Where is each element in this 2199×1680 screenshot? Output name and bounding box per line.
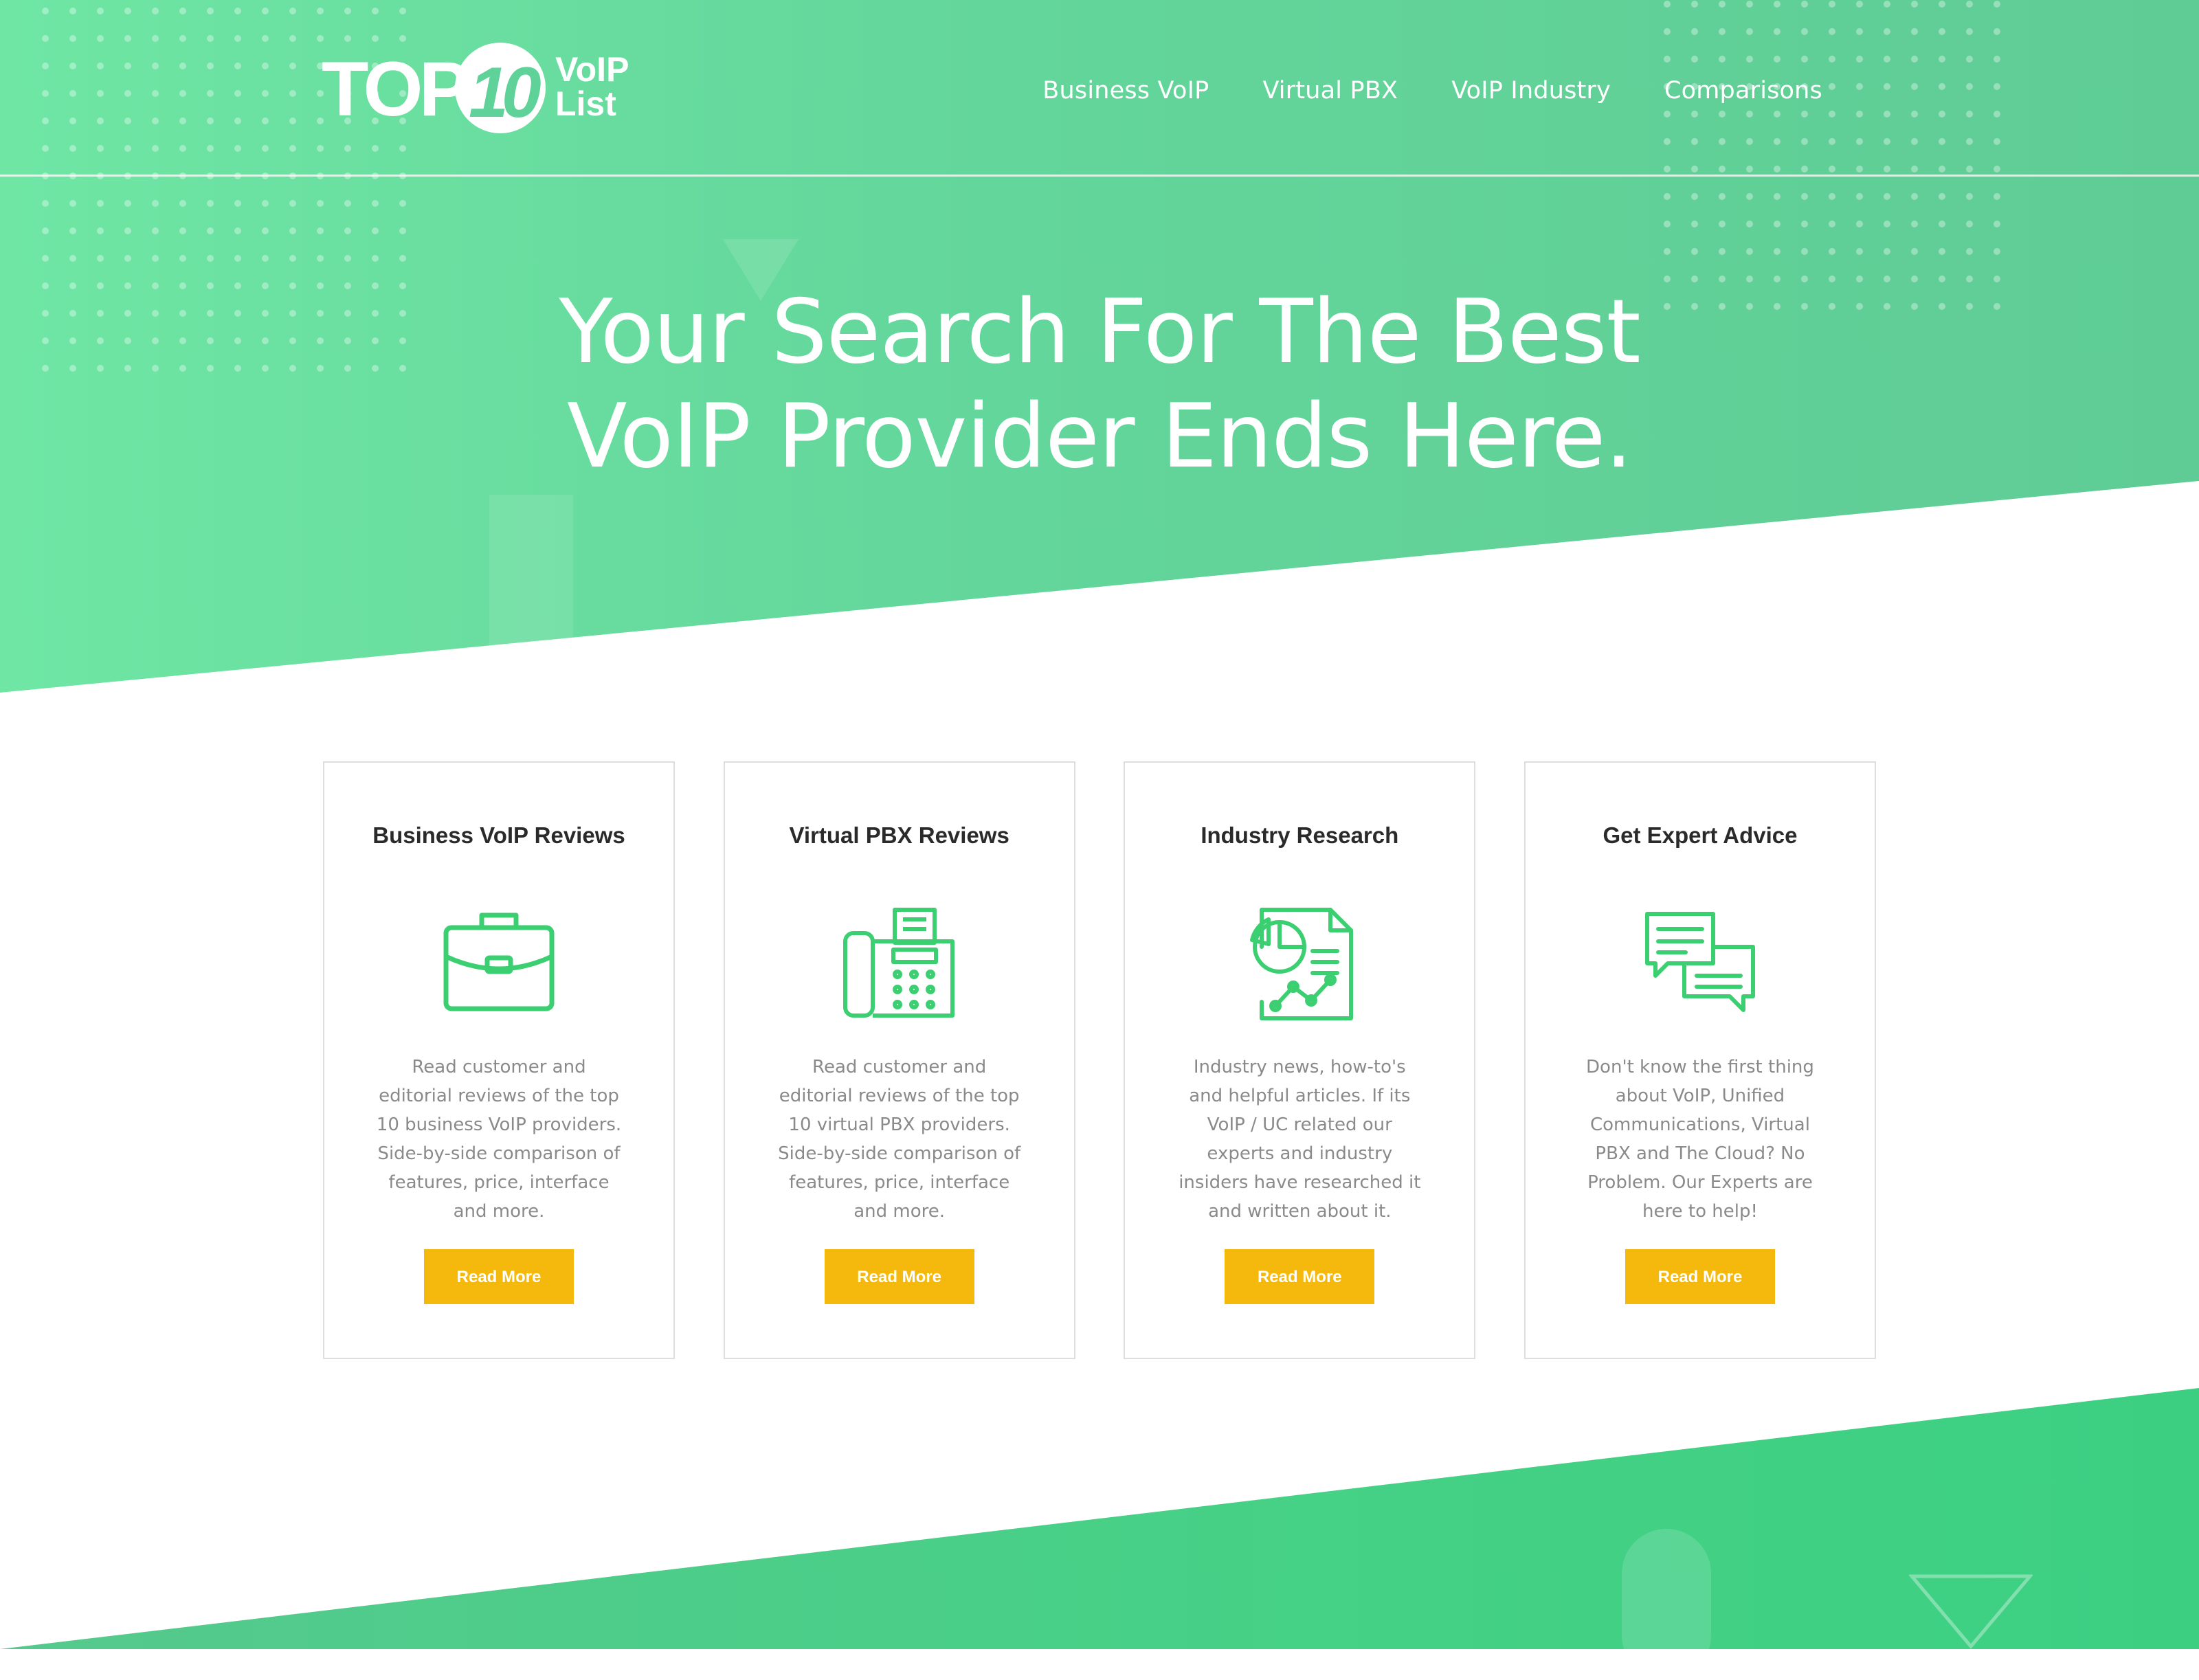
card-title: Industry Research bbox=[1201, 822, 1399, 848]
feature-cards: Business VoIP Reviews Read customer and … bbox=[323, 761, 1876, 1359]
logo-top-text: TOP bbox=[322, 46, 468, 132]
header-divider bbox=[0, 175, 2199, 177]
decorative-triangle-outline bbox=[1909, 1574, 2033, 1649]
card-title: Business VoIP Reviews bbox=[372, 822, 625, 848]
dot-pattern-right bbox=[1663, 0, 2020, 316]
nav-link-business-voip[interactable]: Business VoIP bbox=[1042, 77, 1209, 104]
card-business-voip-reviews: Business VoIP Reviews Read customer and … bbox=[323, 761, 675, 1359]
read-more-button[interactable]: Read More bbox=[424, 1249, 574, 1304]
decorative-bar bbox=[489, 495, 573, 673]
logo-list-text: List bbox=[555, 85, 616, 123]
hero-headline-line2: VoIP Provider Ends Here. bbox=[566, 385, 1633, 488]
main-nav: Business VoIP Virtual PBX VoIP Industry … bbox=[1042, 77, 1822, 104]
card-title: Get Expert Advice bbox=[1603, 822, 1798, 848]
card-get-expert-advice: Get Expert Advice Don't know the first t… bbox=[1523, 761, 1876, 1359]
hero-headline: Your Search For The Best VoIP Provider E… bbox=[0, 280, 2199, 489]
card-description: Read customer and editorial reviews of t… bbox=[376, 1057, 622, 1222]
card-title: Virtual PBX Reviews bbox=[789, 822, 1009, 848]
card-description: Industry news, how-to's and helpful arti… bbox=[1179, 1057, 1421, 1222]
read-more-button[interactable]: Read More bbox=[1225, 1249, 1375, 1304]
card-industry-research: Industry Research Industry news, how-to'… bbox=[1124, 761, 1476, 1359]
briefcase-icon bbox=[443, 912, 555, 1011]
hero-headline-line1: Your Search For The Best bbox=[559, 281, 1640, 383]
card-description: Read customer and editorial reviews of t… bbox=[778, 1057, 1021, 1222]
bottom-band bbox=[0, 1388, 2199, 1649]
nav-link-voip-industry[interactable]: VoIP Industry bbox=[1451, 77, 1611, 104]
fax-machine-icon bbox=[842, 908, 955, 1018]
report-chart-icon bbox=[1250, 908, 1354, 1020]
card-virtual-pbx-reviews: Virtual PBX Reviews Read customer and ed… bbox=[723, 761, 1075, 1359]
nav-link-virtual-pbx[interactable]: Virtual PBX bbox=[1262, 77, 1398, 104]
read-more-button[interactable]: Read More bbox=[824, 1249, 974, 1304]
logo-voip-text: VoIP bbox=[555, 50, 629, 89]
site-logo[interactable]: TOP 10 VoIP List bbox=[322, 40, 638, 143]
read-more-button[interactable]: Read More bbox=[1625, 1249, 1775, 1304]
logo-number-text: 10 bbox=[469, 53, 541, 133]
decorative-pill bbox=[1622, 1529, 1711, 1680]
nav-link-comparisons[interactable]: Comparisons bbox=[1664, 77, 1822, 104]
chat-bubbles-icon bbox=[1644, 912, 1755, 1012]
card-description: Don't know the first thing about VoIP, U… bbox=[1586, 1057, 1814, 1222]
